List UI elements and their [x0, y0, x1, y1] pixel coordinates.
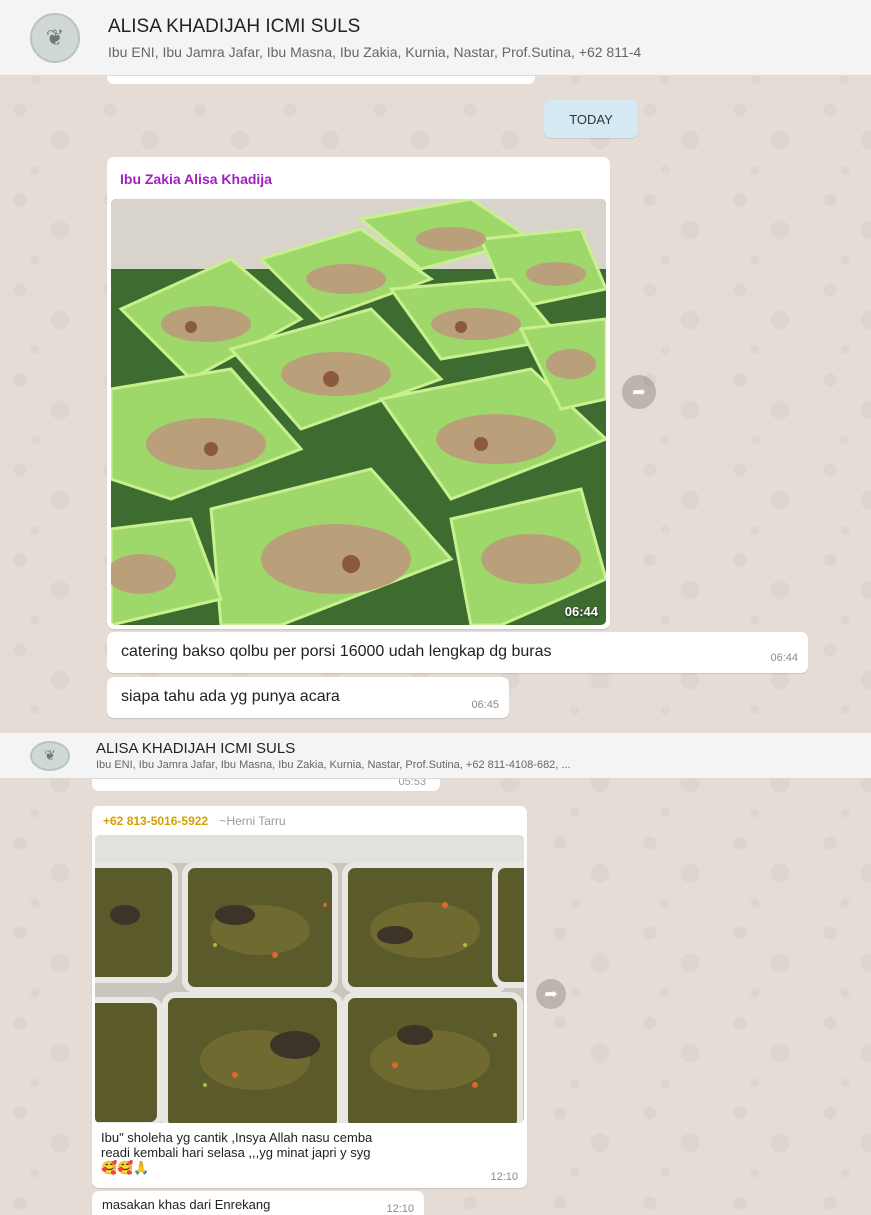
message-sender-name: ~Herni Tarru [219, 814, 286, 828]
message-sender[interactable]: Ibu Zakia Alisa Khadija [120, 171, 272, 187]
message-sender-phone[interactable]: +62 813-5016-5922 [103, 814, 208, 828]
forward-icon[interactable]: ➦ [622, 375, 656, 409]
group-avatar-icon[interactable]: ❦ [30, 12, 80, 63]
group-members: Ibu ENI, Ibu Jamra Jafar, Ibu Masna, Ibu… [108, 43, 642, 60]
image-message-bubble[interactable]: Ibu Zakia Alisa Khadija 06:44 [107, 157, 610, 629]
media-time: 06:44 [564, 604, 598, 619]
text-message-bubble[interactable]: catering bakso qolbu per porsi 16000 uda… [107, 632, 808, 673]
food-photo[interactable]: 06:44 [111, 199, 606, 625]
previous-message-bubble: 05:53 [92, 776, 440, 791]
date-separator: TODAY [544, 100, 638, 138]
message-time: 06:44 [770, 652, 798, 664]
message-time: 06:45 [471, 699, 499, 711]
message-text: masakan khas dari Enrekang [102, 1197, 271, 1212]
message-text: catering bakso qolbu per porsi 16000 uda… [121, 643, 552, 660]
chat-header[interactable]: ❦ ALISA KHADIJAH ICMI SULS Ibu ENI, Ibu … [0, 0, 871, 76]
message-time: 12:10 [386, 1203, 414, 1215]
group-avatar-icon[interactable]: ❦ [30, 740, 70, 771]
message-text: siapa tahu ada yg punya acara [121, 688, 340, 705]
bakso-photo-illustration [111, 199, 606, 625]
message-time: 12:10 [490, 1171, 518, 1183]
text-message-bubble[interactable]: siapa tahu ada yg punya acara 06:45 [107, 677, 509, 718]
caption-emoji: 🥰🥰🙏 [101, 1160, 150, 1175]
caption-line: Ibu" sholeha yg cantik ,Insya Allah nasu… [101, 1130, 373, 1145]
group-members: Ibu ENI, Ibu Jamra Jafar, Ibu Masna, Ibu… [96, 759, 571, 771]
chat-header[interactable]: ❦ ALISA KHADIJAH ICMI SULS Ibu ENI, Ibu … [0, 733, 871, 779]
group-title: ALISA KHADIJAH ICMI SULS [96, 740, 296, 757]
food-photo[interactable] [95, 835, 524, 1123]
nasu-cemba-photo-illustration [95, 835, 524, 1123]
chat-panel-bottom: ❦ ALISA KHADIJAH ICMI SULS Ibu ENI, Ibu … [0, 733, 871, 1215]
previous-message-bubble [107, 76, 535, 84]
forward-icon[interactable]: ➦ [536, 979, 566, 1009]
image-message-bubble[interactable]: +62 813-5016-5922 ~Herni Tarru Ibu" shol… [92, 806, 527, 1188]
caption-line: readi kembali hari selasa ,,,yg minat ja… [101, 1145, 371, 1160]
chat-panel-top: ❦ ALISA KHADIJAH ICMI SULS Ibu ENI, Ibu … [0, 0, 871, 733]
group-title: ALISA KHADIJAH ICMI SULS [108, 15, 361, 37]
text-message-bubble[interactable]: masakan khas dari Enrekang 12:10 [92, 1191, 424, 1215]
